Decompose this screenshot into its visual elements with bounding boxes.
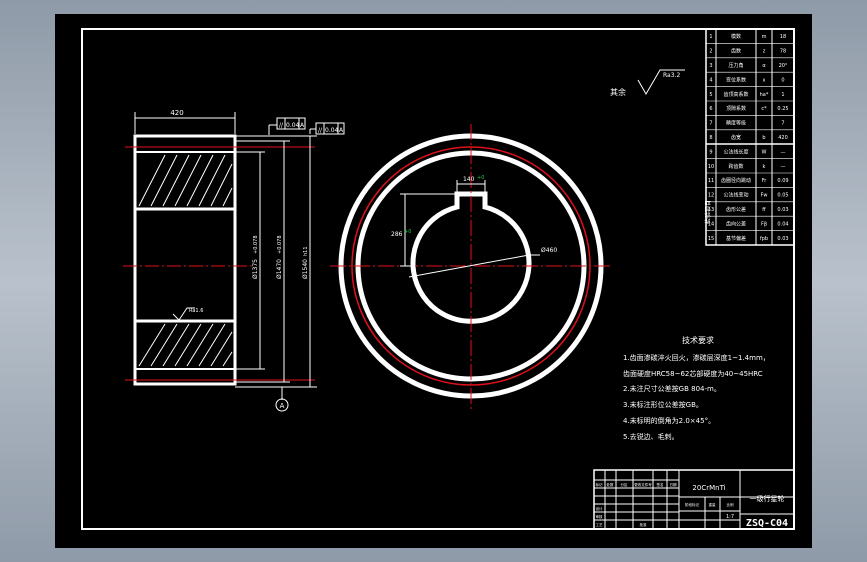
surface-finish-value: Ra3.2 <box>663 72 680 79</box>
tol-datum-1: A <box>300 122 305 129</box>
dim-key-depth-tol: +0 <box>404 229 411 235</box>
tech-req-title: 技术要求 <box>682 335 714 345</box>
title-block-small-label: 比例 <box>727 502 735 507</box>
title-block-small-label: 日期 <box>670 482 678 487</box>
material-label: 20CrMnTi <box>692 484 725 492</box>
roughness-small-label: Ra1.6 <box>189 308 203 314</box>
dim-key-width: 140 <box>463 176 475 183</box>
part-name-label: 一级行星轮 <box>750 494 785 503</box>
tech-req-item: 2.未注尺寸公差按GB 804-m。 <box>623 384 721 393</box>
dim-dia-3-tol: h11 <box>303 246 309 256</box>
tech-requirements: 技术要求 1.齿面渗碳淬火回火，渗碳层深度1~1.4mm， 齿面硬度HRC58~… <box>623 335 770 441</box>
title-block-small-label: 标记 <box>596 482 604 487</box>
title-block-small-label: 审核 <box>596 514 604 519</box>
tech-req-item: 3.未标注形位公差按GB。 <box>623 400 703 409</box>
title-block-small-label: 阶段标记 <box>685 502 699 507</box>
dim-dia-3: Ø1540 <box>302 259 309 279</box>
title-block-small-label: 工艺 <box>596 522 604 527</box>
scale-label: 1:7 <box>726 514 734 520</box>
tol-value-2: 0.04 <box>325 127 339 134</box>
dim-dia-1: Ø1375 <box>252 259 259 279</box>
dim-key-tol: +0 <box>477 175 484 181</box>
title-block-small-label: 签名 <box>657 482 664 487</box>
datum-a-label: A <box>280 402 285 410</box>
title-block-small-label: 设计 <box>596 506 604 511</box>
dim-dia-1-tol: +0.078 <box>253 235 259 254</box>
dim-bore: Ø460 <box>541 247 557 254</box>
title-block-small-label: 处数 <box>607 482 615 487</box>
title-block-small-label: 更改文件号 <box>634 482 652 487</box>
surface-finish-label: 其余 <box>610 87 626 97</box>
title-block-small-label: 分区 <box>621 482 629 487</box>
dim-key-depth: 286 <box>391 231 403 238</box>
tech-req-item: 5.去锐边、毛刺。 <box>623 432 679 441</box>
title-block-small-label: 批准 <box>640 522 648 527</box>
tech-req-item: 1.齿面渗碳淬火回火，渗碳层深度1~1.4mm， <box>623 353 770 362</box>
tol-symbol-1: // <box>279 122 284 129</box>
drawing-canvas: 1 模数 m 18 2 齿数 z 78 3 压力角 α 20° 4 变位系数 x 0 5 齿顶高系数 ha* 1 6 顶隙… <box>55 14 812 548</box>
tol-symbol-2: // <box>318 127 323 134</box>
tech-req-item: 齿面硬度HRC58~62芯部硬度为40~45HRC <box>623 369 763 378</box>
dim-width: 420 <box>170 109 183 117</box>
drawing-number: ZSQ-C04 <box>746 518 788 529</box>
title-block-small-label: 重量 <box>709 502 717 507</box>
tol-datum-2: A <box>339 127 344 134</box>
dim-dia-2-tol: +0.078 <box>277 235 283 254</box>
dim-dia-2: Ø1470 <box>276 259 283 279</box>
tech-req-item: 4.未标明的倒角为2.0×45°。 <box>623 416 715 425</box>
gear-table-side-label: 检验项目 <box>704 200 712 224</box>
text-layer: 420 // 0.04 A // 0.04 A A Ø1375 +0.078 Ø… <box>170 72 788 529</box>
tol-value-1: 0.04 <box>286 122 300 129</box>
